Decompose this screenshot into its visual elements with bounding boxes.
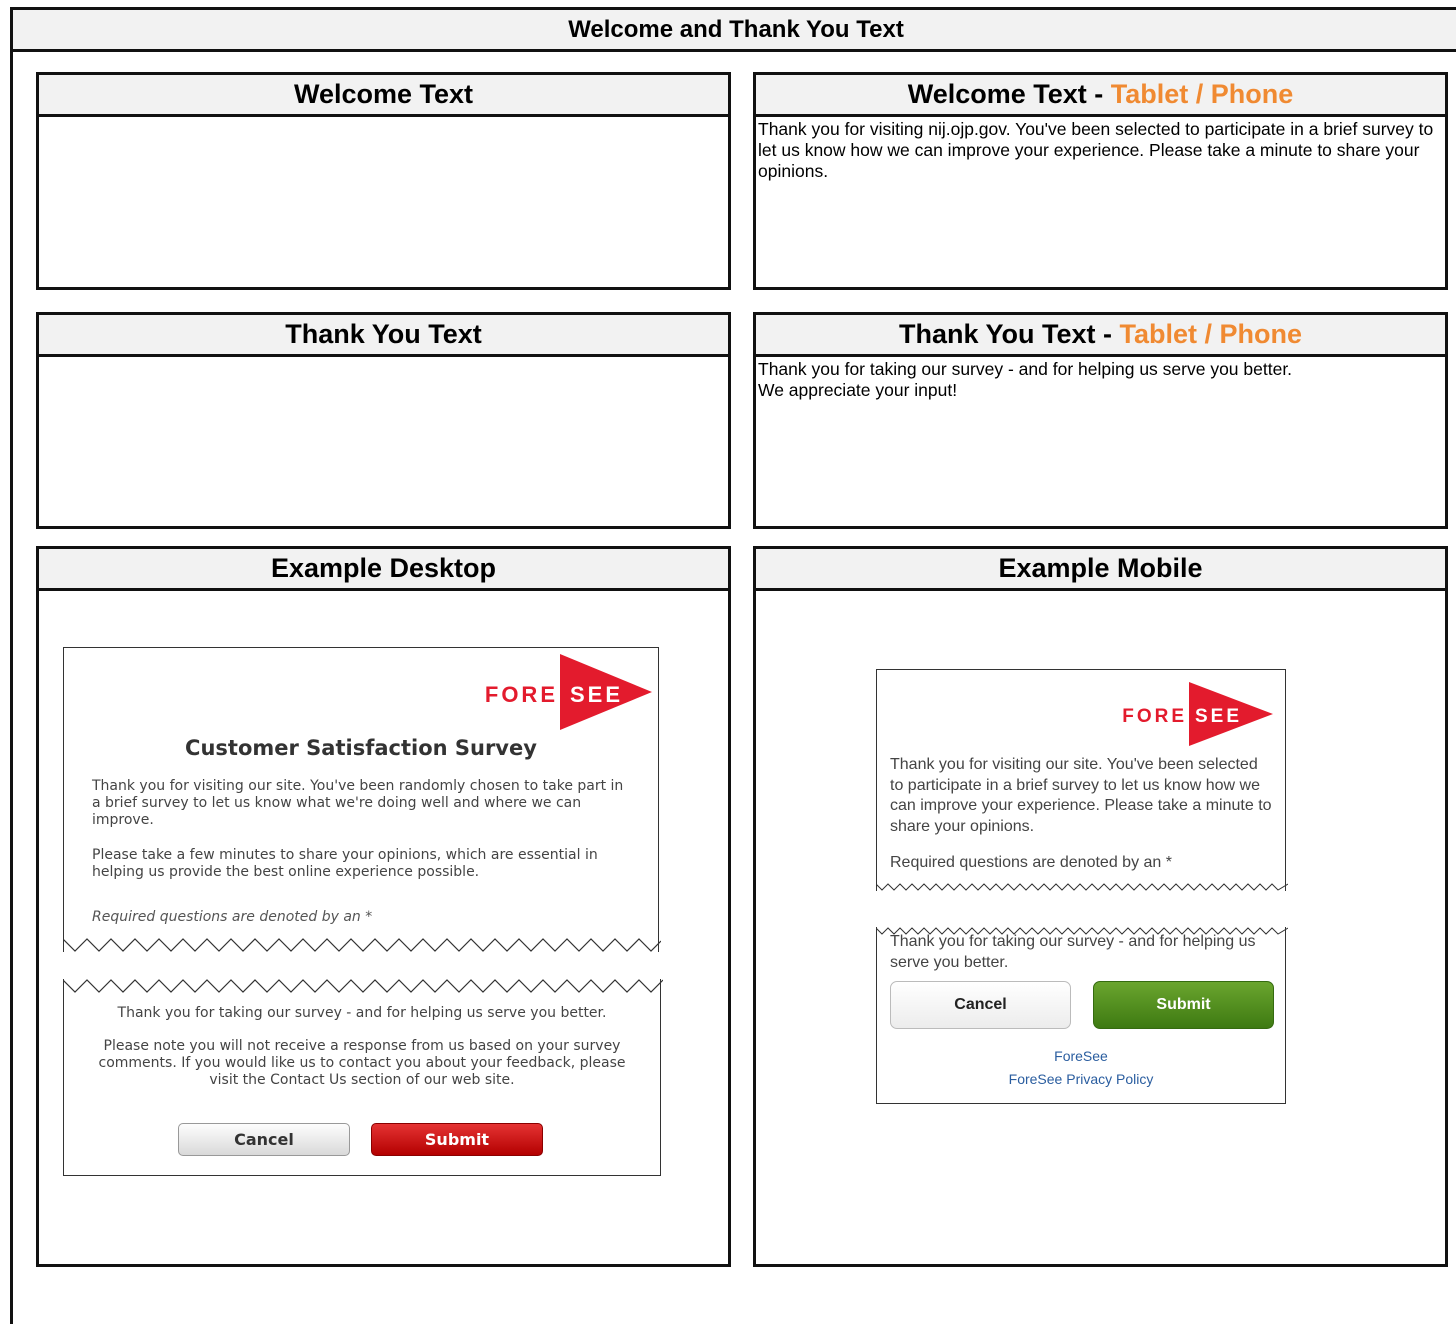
thank-you-line-1: Thank you for taking our survey - and fo… xyxy=(758,359,1293,379)
survey-title: Customer Satisfaction Survey xyxy=(185,736,537,760)
cancel-button[interactable]: Cancel xyxy=(178,1123,350,1156)
logo-flag-icon: SEE xyxy=(1189,682,1273,751)
required-note: Required questions are denoted by an * xyxy=(890,854,1172,871)
thank-you-text-tablet-panel: Thank You Text - Tablet / Phone Thank yo… xyxy=(753,312,1448,529)
panel-title-prefix: Welcome Text - xyxy=(907,79,1104,109)
example-mobile-panel: Example Mobile FORE SEE Thank you for vi… xyxy=(753,546,1448,1267)
torn-edge-divider xyxy=(63,938,661,952)
logo-fore-text: FORE xyxy=(484,681,558,707)
example-desktop-panel: Example Desktop FORE SEE Customer Satisf… xyxy=(36,546,731,1267)
welcome-text-body[interactable] xyxy=(39,117,728,121)
mobile-survey-preview-top: FORE SEE Thank you for visiting our site… xyxy=(876,669,1288,891)
welcome-text-tablet-body[interactable]: Thank you for visiting nij.ojp.gov. You'… xyxy=(756,117,1445,184)
logo-flag-icon: SEE xyxy=(560,654,652,735)
mobile-thanks-text: Thank you for taking our survey - and fo… xyxy=(890,933,1256,971)
logo-see-text: SEE xyxy=(1195,705,1243,727)
panel-title: Thank You Text - Tablet / Phone xyxy=(756,315,1445,357)
survey-thanks-text: Thank you for taking our survey - and fo… xyxy=(117,1005,607,1021)
panel-title: Thank You Text xyxy=(39,315,728,357)
logo-see-text: SEE xyxy=(570,681,624,707)
panel-title-prefix: Thank You Text - xyxy=(898,319,1112,349)
submit-button[interactable]: Submit xyxy=(1093,981,1274,1029)
welcome-text-tablet-panel: Welcome Text - Tablet / Phone Thank you … xyxy=(753,72,1448,290)
cancel-button[interactable]: Cancel xyxy=(890,981,1071,1029)
logo-fore-text: FORE xyxy=(1122,705,1187,727)
foresee-logo: FORE SEE xyxy=(485,654,652,735)
panel-title-accent: Tablet / Phone xyxy=(1119,319,1303,349)
survey-intro-paragraph-2: Please take a few minutes to share your … xyxy=(92,847,598,880)
thank-you-text-body[interactable] xyxy=(39,357,728,361)
panel-title: Welcome Text xyxy=(39,75,728,117)
mobile-intro-text: Thank you for visiting our site. You've … xyxy=(890,756,1272,835)
panel-title: Example Desktop xyxy=(39,549,728,591)
panel-title: Welcome Text - Tablet / Phone xyxy=(756,75,1445,117)
privacy-policy-link[interactable]: ForeSee Privacy Policy xyxy=(877,1071,1285,1087)
foresee-logo: FORE SEE xyxy=(1122,682,1273,751)
thank-you-text-tablet-body[interactable]: Thank you for taking our survey - and fo… xyxy=(756,357,1445,403)
survey-intro-paragraph-1: Thank you for visiting our site. You've … xyxy=(92,778,624,828)
submit-button[interactable]: Submit xyxy=(371,1123,543,1156)
survey-note-text: Please note you will not receive a respo… xyxy=(98,1038,626,1088)
required-note: Required questions are denoted by an * xyxy=(92,909,373,925)
thank-you-text-panel: Thank You Text xyxy=(36,312,731,529)
thank-you-line-2: We appreciate your input! xyxy=(758,380,958,400)
torn-edge-divider xyxy=(876,883,1288,891)
welcome-text-panel: Welcome Text xyxy=(36,72,731,290)
mobile-survey-preview-bottom: Thank you for taking our survey - and fo… xyxy=(876,927,1288,1104)
foresee-link[interactable]: ForeSee xyxy=(877,1048,1285,1064)
panel-title-accent: Tablet / Phone xyxy=(1110,79,1294,109)
panel-title: Example Mobile xyxy=(756,549,1445,591)
desktop-survey-preview-bottom: Thank you for taking our survey - and fo… xyxy=(63,979,663,1176)
page-title: Welcome and Thank You Text xyxy=(13,10,1456,52)
desktop-survey-preview-top: FORE SEE Customer Satisfaction Survey Th… xyxy=(63,647,661,952)
torn-edge-divider xyxy=(63,979,663,993)
